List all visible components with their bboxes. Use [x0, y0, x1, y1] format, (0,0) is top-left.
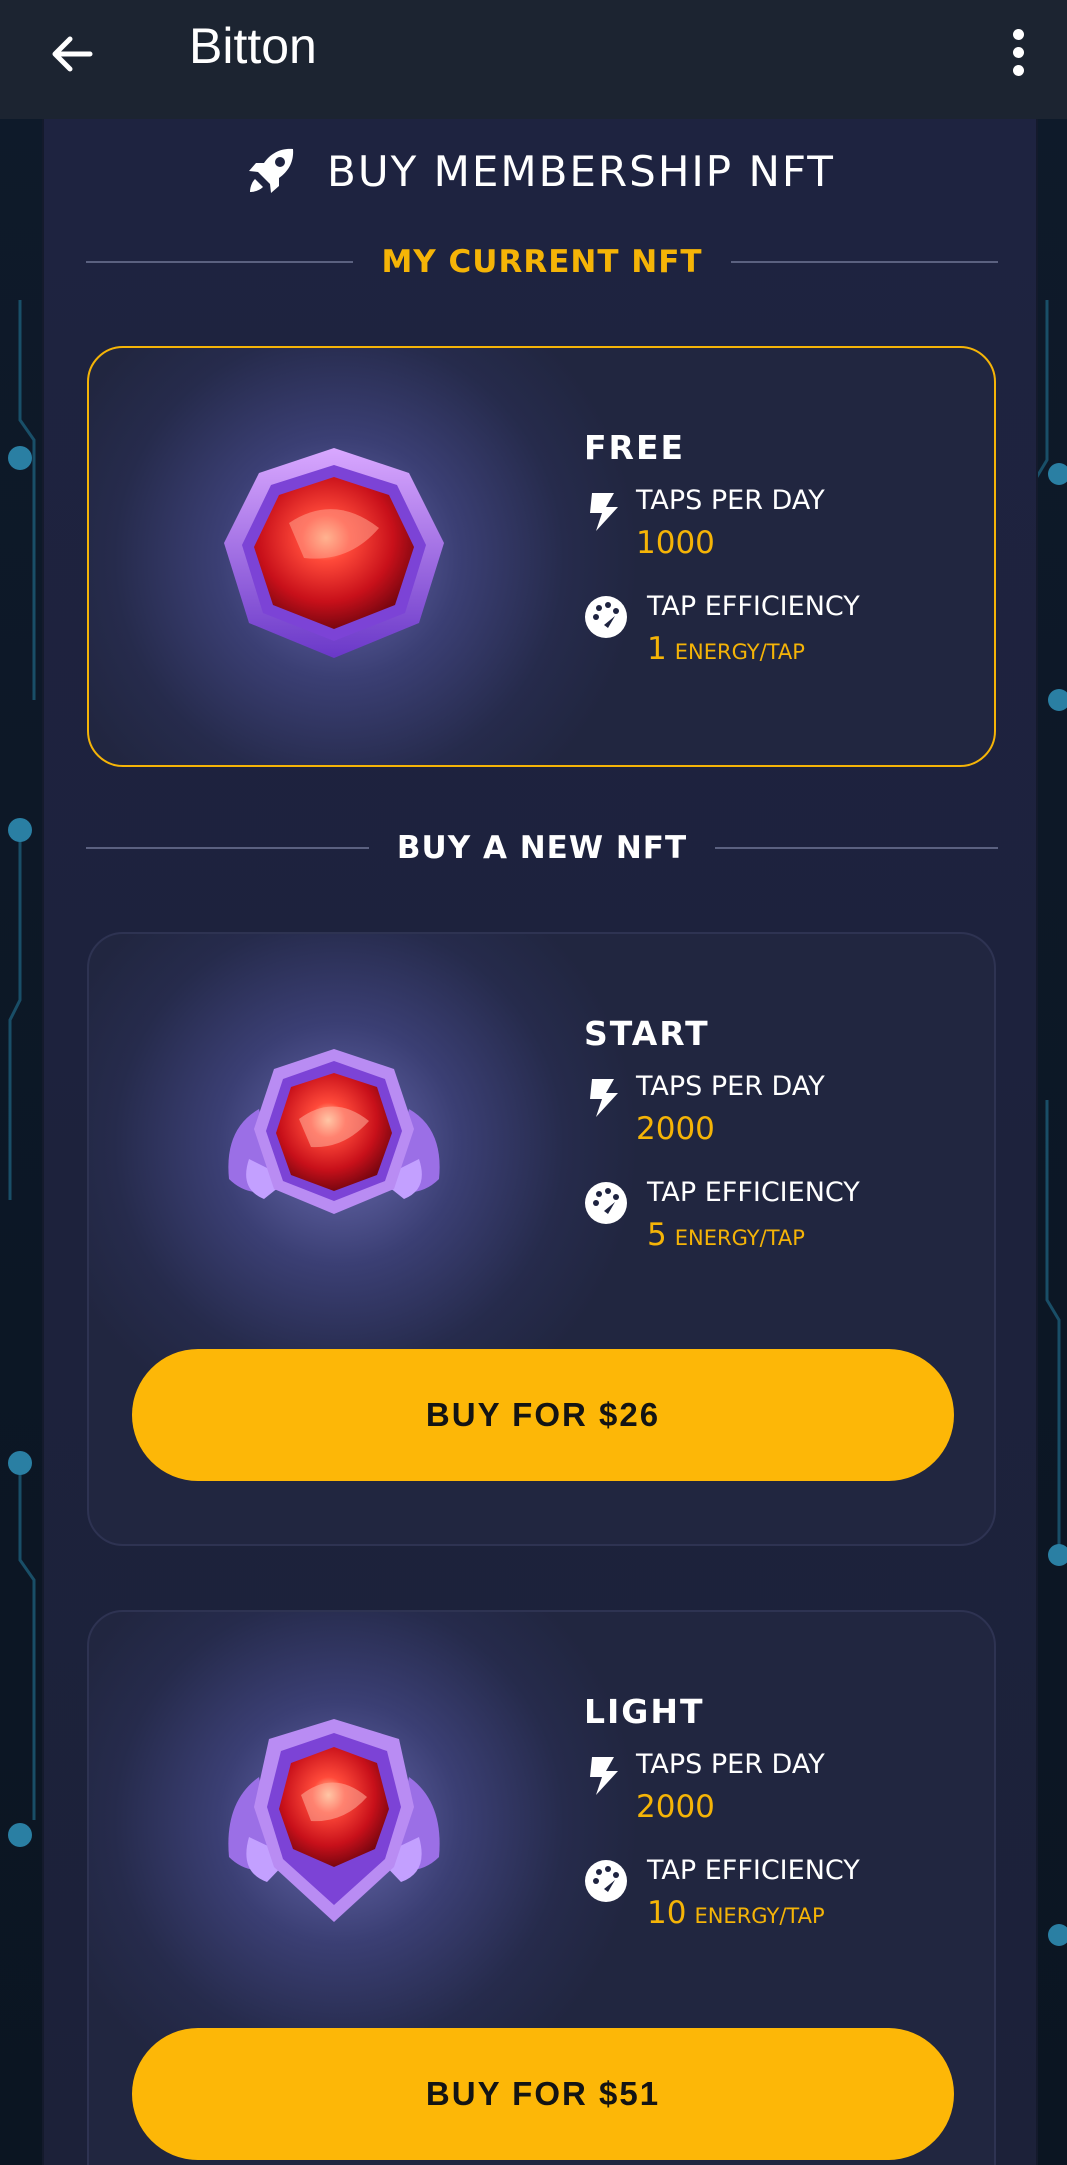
back-button[interactable]	[40, 22, 104, 86]
taps-per-day-stat: TAPS PER DAY 1000	[584, 485, 825, 565]
rocket-icon	[249, 148, 294, 193]
tap-efficiency-stat: TAP EFFICIENCY 1 ENERGY/TAP	[584, 591, 860, 671]
tap-efficiency-label: TAP EFFICIENCY	[647, 1177, 860, 1208]
current-nft-divider: MY CURRENT NFT	[86, 237, 998, 287]
lightning-icon	[590, 1757, 618, 1795]
nft-tier-name: LIGHT	[584, 1692, 705, 1731]
tap-efficiency-value: 1 ENERGY/TAP	[647, 631, 805, 667]
winged-ruby-shield-icon	[228, 1719, 440, 1922]
taps-per-day-value: 2000	[636, 1111, 715, 1147]
winged-ruby-gem-icon	[228, 1049, 440, 1214]
taps-per-day-value: 1000	[636, 525, 715, 561]
taps-per-day-stat: TAPS PER DAY 2000	[584, 1749, 825, 1829]
buy-nft-divider: BUY A NEW NFT	[86, 823, 999, 873]
taps-per-day-label: TAPS PER DAY	[636, 1071, 825, 1102]
tap-efficiency-stat: TAP EFFICIENCY 5 ENERGY/TAP	[584, 1177, 860, 1257]
more-vert-icon	[1012, 28, 1024, 40]
speedometer-icon	[585, 1182, 627, 1224]
tap-efficiency-stat: TAP EFFICIENCY 10 ENERGY/TAP	[584, 1855, 860, 1935]
arrow-left-icon	[52, 36, 93, 72]
tap-efficiency-label: TAP EFFICIENCY	[647, 591, 860, 622]
taps-per-day-label: TAPS PER DAY	[636, 1749, 825, 1780]
tap-efficiency-label: TAP EFFICIENCY	[647, 1855, 860, 1886]
taps-per-day-value: 2000	[636, 1789, 715, 1825]
nft-tier-name: FREE	[584, 428, 686, 467]
tap-efficiency-value: 5 ENERGY/TAP	[647, 1217, 805, 1253]
current-nft-card: FREE TAPS PER DAY 1000 TAP EFFICIENCY 1E…	[87, 346, 996, 767]
speedometer-icon	[585, 1860, 627, 1902]
nft-card-start: START TAPS PER DAY 2000 TAP EFFICIENCY 5…	[87, 932, 996, 1546]
taps-per-day-label: TAPS PER DAY	[636, 485, 825, 516]
current-nft-info: FREE TAPS PER DAY 1000 TAP EFFICIENCY 1E…	[584, 428, 860, 671]
current-nft-label: MY CURRENT NFT	[381, 244, 703, 280]
page-heading: BUY MEMBERSHIP NFT	[44, 127, 1036, 215]
circuit-decoration-left	[8, 300, 36, 1847]
speedometer-icon	[585, 596, 627, 638]
ruby-gem-icon	[224, 448, 444, 658]
overflow-menu-button[interactable]	[993, 20, 1043, 84]
buy-light-button[interactable]: BUY FOR $51	[132, 2028, 954, 2160]
app-bar: Bitton	[0, 0, 1067, 119]
membership-panel: BUY MEMBERSHIP NFT MY CURRENT NFT FREE T…	[42, 119, 1038, 2165]
lightning-icon	[590, 493, 618, 531]
tap-efficiency-value: 10 ENERGY/TAP	[647, 1895, 825, 1931]
screen: Bitton BUY MEMBERSHIP NFT MY CURRENT NFT	[0, 0, 1067, 2165]
page-heading-text: BUY MEMBERSHIP NFT	[327, 146, 835, 196]
buy-nft-label: BUY A NEW NFT	[396, 830, 688, 866]
nft-tier-name: START	[584, 1014, 710, 1053]
light-nft-info: LIGHT TAPS PER DAY 2000 TAP EFFICIENCY 1…	[584, 1692, 860, 1935]
start-nft-info: START TAPS PER DAY 2000 TAP EFFICIENCY 5…	[584, 1014, 860, 1257]
buy-start-button[interactable]: BUY FOR $26	[132, 1349, 954, 1481]
lightning-icon	[590, 1079, 618, 1117]
taps-per-day-stat: TAPS PER DAY 2000	[584, 1071, 825, 1151]
app-title: Bitton	[189, 18, 317, 74]
nft-card-light: LIGHT TAPS PER DAY 2000 TAP EFFICIENCY 1…	[87, 1610, 996, 2165]
